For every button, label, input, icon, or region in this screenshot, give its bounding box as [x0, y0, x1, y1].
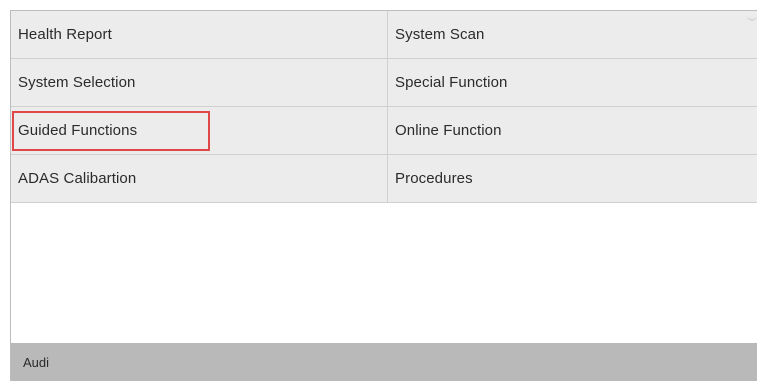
menu-item-system-scan[interactable]: System Scan [388, 11, 757, 59]
main-panel: Health Report System Scan System Selecti… [10, 10, 757, 381]
menu-item-health-report[interactable]: Health Report [11, 11, 388, 59]
scroll-indicator-icon [747, 13, 757, 21]
menu-item-guided-functions[interactable]: Guided Functions [11, 107, 388, 155]
vehicle-brand-label: Audi [23, 354, 50, 370]
menu-item-label: Online Function [395, 122, 502, 139]
menu-item-label: System Selection [18, 74, 136, 91]
menu-item-label: Guided Functions [18, 122, 138, 139]
menu-item-procedures[interactable]: Procedures [388, 155, 757, 203]
menu-item-label: ADAS Calibartion [18, 170, 137, 187]
vehicle-status-bar: Audi [11, 343, 757, 381]
diagnostic-screen: Health Report System Scan System Selecti… [0, 0, 757, 381]
menu-item-label: System Scan [395, 26, 485, 43]
menu-item-label: Special Function [395, 74, 508, 91]
menu-item-label: Health Report [18, 26, 112, 43]
menu-item-label: Procedures [395, 170, 473, 187]
menu-item-system-selection[interactable]: System Selection [11, 59, 388, 107]
menu-item-special-function[interactable]: Special Function [388, 59, 757, 107]
function-menu-grid: Health Report System Scan System Selecti… [11, 11, 757, 203]
menu-item-adas-calibration[interactable]: ADAS Calibartion [11, 155, 388, 203]
menu-item-online-function[interactable]: Online Function [388, 107, 757, 155]
